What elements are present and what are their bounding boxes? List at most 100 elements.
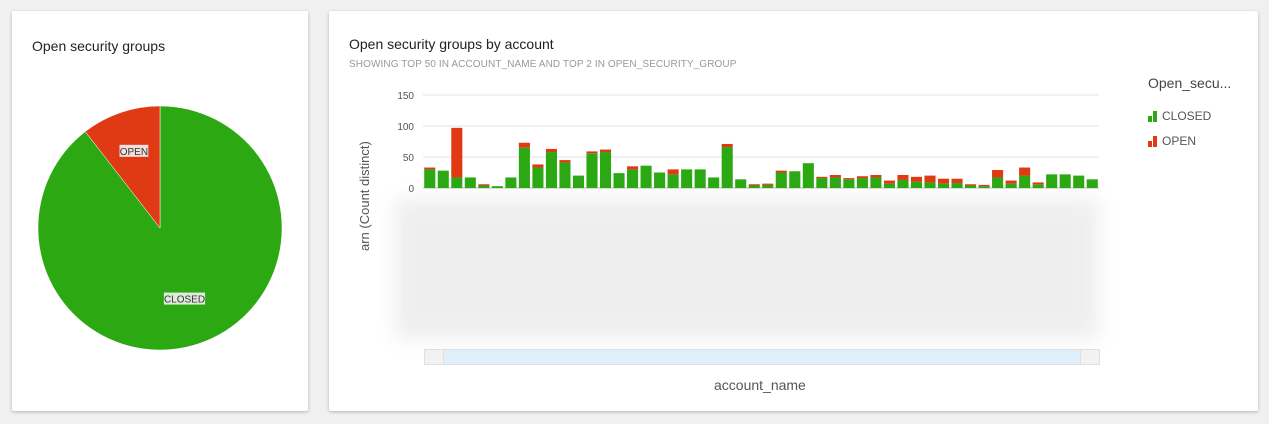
bar-segment-open[interactable] — [518, 142, 530, 148]
bar-segment-closed[interactable] — [897, 179, 909, 188]
bar-segment-closed[interactable] — [451, 177, 463, 188]
open-legend-icon — [1148, 135, 1158, 147]
bar-segment-closed[interactable] — [721, 147, 733, 188]
bar-segment-open[interactable] — [924, 175, 936, 183]
bar-segment-closed[interactable] — [599, 152, 612, 188]
bar-segment-open[interactable] — [599, 149, 612, 153]
bar-segment-closed[interactable] — [816, 178, 828, 188]
bar-segment-closed[interactable] — [965, 185, 977, 188]
bar-segment-open[interactable] — [1019, 167, 1031, 176]
bar-segment-open[interactable] — [1005, 180, 1017, 184]
legend-item-closed[interactable]: CLOSED — [1148, 109, 1211, 123]
bar-segment-closed[interactable] — [775, 172, 787, 189]
bar-segment-open[interactable] — [559, 160, 571, 163]
bar-segment-closed[interactable] — [559, 162, 571, 188]
bar-segment-closed[interactable] — [1019, 175, 1031, 188]
bar-segment-closed[interactable] — [883, 183, 895, 188]
bar-segment-closed[interactable] — [951, 183, 963, 188]
pie-chart-panel: Open security groups CLOSED OPEN — [12, 11, 308, 411]
bar-segment-closed[interactable] — [572, 175, 585, 188]
bar-segment-closed[interactable] — [802, 163, 814, 188]
bar-segment-open[interactable] — [667, 169, 679, 175]
bar-segment-closed[interactable] — [924, 182, 936, 188]
bar-segment-open[interactable] — [856, 176, 868, 179]
bar-segment-open[interactable] — [937, 178, 950, 184]
bar-segment-open[interactable] — [951, 178, 963, 184]
closed-legend-icon — [1148, 110, 1158, 122]
bar-segment-closed[interactable] — [735, 179, 747, 188]
bar-segment-open[interactable] — [883, 180, 895, 184]
bar-segment-closed[interactable] — [491, 186, 503, 188]
scroll-handle-right[interactable] — [1080, 350, 1099, 364]
bar-segment-closed[interactable] — [910, 181, 923, 188]
svg-text:CLOSED: CLOSED — [164, 295, 205, 306]
bar-segment-open[interactable] — [910, 176, 923, 182]
bar-segment-closed[interactable] — [1032, 184, 1044, 188]
bar-segment-closed[interactable] — [627, 169, 639, 188]
legend-item-open[interactable]: OPEN — [1148, 134, 1196, 148]
scroll-thumb[interactable] — [444, 350, 1080, 364]
bar-segment-closed[interactable] — [586, 153, 598, 188]
scroll-handle-left[interactable] — [425, 350, 444, 364]
y-axis-label: arn (Count distinct) — [357, 141, 372, 251]
bar-segment-closed[interactable] — [748, 185, 760, 188]
bar-segment-closed[interactable] — [437, 170, 449, 188]
legend-label-open: OPEN — [1162, 134, 1197, 148]
y-tick-label: 150 — [397, 91, 414, 102]
bar-segment-open[interactable] — [532, 164, 544, 168]
bar-segment-closed[interactable] — [694, 169, 706, 188]
horizontal-scrollbar[interactable] — [424, 349, 1100, 365]
bar-segment-open[interactable] — [586, 151, 598, 154]
bar-segment-open[interactable] — [816, 176, 828, 179]
legend-title: Open_secu... — [1148, 75, 1232, 91]
bar-segment-open[interactable] — [829, 174, 841, 178]
bar-segment-closed[interactable] — [708, 177, 720, 188]
bar-segment-open[interactable] — [870, 174, 882, 178]
bar-segment-closed[interactable] — [789, 171, 801, 188]
bar-segment-closed[interactable] — [654, 172, 666, 189]
bar-segment-closed[interactable] — [992, 177, 1004, 188]
bar-segment-closed[interactable] — [829, 177, 841, 188]
bar-segment-closed[interactable] — [478, 185, 490, 188]
bar-segment-closed[interactable] — [1046, 174, 1058, 188]
bar-segment-open[interactable] — [1032, 182, 1044, 185]
y-tick-label: 0 — [408, 184, 414, 195]
bar-segment-closed[interactable] — [843, 179, 855, 188]
bar-segment-closed[interactable] — [762, 184, 774, 188]
bar-segment-open[interactable] — [451, 127, 463, 178]
bar-segment-closed[interactable] — [518, 147, 530, 188]
bar-segment-closed[interactable] — [978, 186, 990, 188]
bar-segment-closed[interactable] — [505, 177, 517, 188]
bar-segment-closed[interactable] — [1005, 183, 1017, 188]
bar-segment-open[interactable] — [978, 184, 990, 187]
bar-segment-open[interactable] — [424, 167, 436, 170]
bar-segment-open[interactable] — [775, 170, 787, 173]
bar-segment-closed[interactable] — [532, 167, 544, 188]
bar-segment-closed[interactable] — [681, 169, 693, 188]
bar-segment-closed[interactable] — [464, 177, 476, 188]
bar-segment-open[interactable] — [478, 184, 490, 186]
bar-segment-open[interactable] — [721, 143, 733, 148]
bar-segment-closed[interactable] — [613, 173, 625, 188]
bar-segment-open[interactable] — [627, 166, 639, 170]
bar-segment-closed[interactable] — [640, 165, 652, 188]
bar-segment-open[interactable] — [992, 170, 1004, 178]
bar-segment-open[interactable] — [843, 178, 855, 180]
y-tick-label: 100 — [397, 122, 414, 133]
bar-segment-open[interactable] — [762, 183, 774, 185]
bar-segment-closed[interactable] — [870, 177, 882, 188]
bar-segment-closed[interactable] — [1086, 179, 1098, 188]
bar-segment-closed[interactable] — [424, 169, 436, 188]
bar-segment-closed[interactable] — [545, 152, 557, 188]
bar-segment-open[interactable] — [545, 148, 557, 153]
bar-segment-open[interactable] — [965, 184, 977, 186]
bar-segment-open[interactable] — [897, 174, 909, 180]
bar-segment-closed[interactable] — [937, 183, 950, 188]
pie-chart: CLOSED OPEN — [37, 105, 283, 351]
bar-segment-open[interactable] — [748, 184, 760, 186]
bar-segment-closed[interactable] — [667, 174, 679, 188]
bar-segment-closed[interactable] — [1059, 174, 1071, 188]
bar-segment-closed[interactable] — [1073, 175, 1085, 188]
pie-label-open: OPEN — [119, 144, 149, 158]
bar-segment-closed[interactable] — [856, 178, 868, 188]
